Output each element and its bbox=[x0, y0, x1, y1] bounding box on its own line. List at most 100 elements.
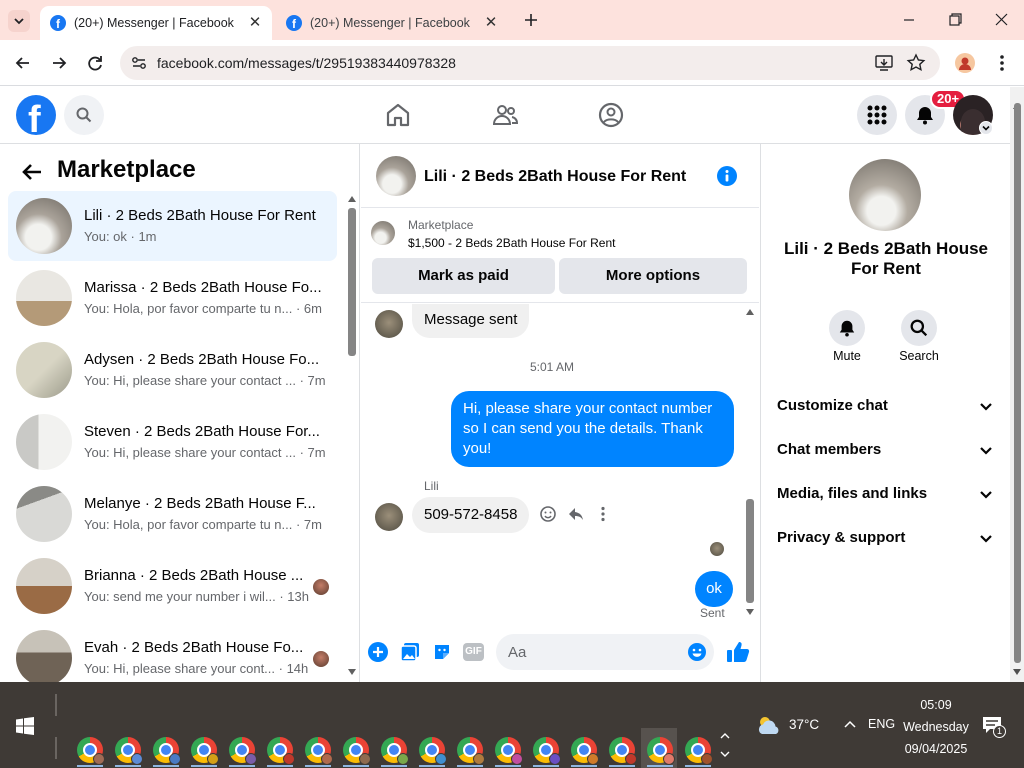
details-avatar[interactable] bbox=[849, 159, 921, 231]
message-bubble-outgoing[interactable]: Hi, please share your contact number so … bbox=[451, 391, 734, 467]
language-indicator[interactable]: ENG bbox=[868, 717, 895, 731]
clock[interactable]: 05:09 Wednesday 09/04/2025 bbox=[898, 694, 974, 756]
chrome-taskbar-icon[interactable] bbox=[533, 737, 561, 765]
running-indicator bbox=[343, 765, 369, 767]
chat-members-section[interactable]: Chat members bbox=[777, 441, 997, 458]
listing-thumbnail bbox=[371, 221, 395, 245]
message-bubble-outgoing[interactable]: ok bbox=[695, 571, 733, 607]
chrome-taskbar-icon[interactable] bbox=[571, 737, 599, 765]
chrome-taskbar-icon[interactable] bbox=[153, 737, 181, 765]
search-icon bbox=[910, 319, 928, 337]
minimize-window-button[interactable] bbox=[898, 10, 920, 30]
close-tab-icon[interactable]: ✕ bbox=[246, 14, 264, 32]
listing-banner[interactable]: Marketplace $1,500 - 2 Beds 2Bath House … bbox=[361, 209, 759, 303]
tab-search-button[interactable] bbox=[8, 10, 30, 32]
message-bubble-incoming[interactable]: Message sent bbox=[412, 304, 530, 338]
chrome-taskbar-icon[interactable] bbox=[191, 737, 219, 765]
chrome-taskbar-icon[interactable] bbox=[419, 737, 447, 765]
image-icon bbox=[400, 643, 419, 662]
chrome-taskbar-icon[interactable] bbox=[343, 737, 371, 765]
weather-widget[interactable]: 37°C bbox=[756, 714, 824, 736]
chrome-taskbar-icon[interactable] bbox=[685, 737, 713, 765]
friends-nav-button[interactable] bbox=[491, 101, 519, 129]
search-in-conversation-button[interactable] bbox=[901, 310, 937, 346]
bell-icon bbox=[839, 320, 855, 337]
browser-tab[interactable]: f (20+) Messenger | Facebook ✕ bbox=[276, 6, 508, 40]
chat-title[interactable]: Lili · 2 Beds 2Bath House For Rent bbox=[424, 168, 686, 186]
conversation-item[interactable]: Marissa · 2 Beds 2Bath House Fo... You: … bbox=[8, 263, 337, 333]
page-scrollbar-thumb[interactable] bbox=[1014, 103, 1021, 663]
new-tab-button[interactable] bbox=[520, 9, 542, 31]
conversation-item[interactable]: Adysen · 2 Beds 2Bath House Fo... You: H… bbox=[8, 335, 337, 405]
customize-chat-section[interactable]: Customize chat bbox=[777, 397, 997, 414]
profile-badge bbox=[245, 753, 257, 765]
chrome-taskbar-icon[interactable] bbox=[115, 737, 143, 765]
taskbar-scroll-buttons[interactable] bbox=[718, 726, 732, 768]
more-actions-button[interactable] bbox=[368, 642, 388, 662]
address-bar[interactable]: facebook.com/messages/t/2951938344097832… bbox=[120, 46, 940, 80]
chrome-taskbar-icon[interactable] bbox=[229, 737, 257, 765]
privacy-support-section[interactable]: Privacy & support bbox=[777, 529, 997, 546]
message-input[interactable]: Aa bbox=[496, 634, 714, 670]
site-settings-icon[interactable] bbox=[130, 54, 148, 72]
tab-title: (20+) Messenger | Facebook bbox=[310, 16, 470, 30]
home-nav-button[interactable] bbox=[384, 101, 412, 129]
close-tab-icon[interactable]: ✕ bbox=[482, 14, 500, 32]
conversation-list-scrollbar[interactable] bbox=[346, 194, 358, 682]
groups-nav-button[interactable] bbox=[597, 101, 625, 129]
back-button[interactable] bbox=[12, 52, 34, 74]
install-app-icon[interactable] bbox=[874, 54, 894, 72]
page-scrollbar[interactable] bbox=[1010, 87, 1024, 682]
conversation-item[interactable]: Melanye · 2 Beds 2Bath House F... You: H… bbox=[8, 479, 337, 549]
notification-center-button[interactable]: 1 bbox=[982, 716, 1006, 738]
send-like-button[interactable] bbox=[726, 640, 750, 664]
conversation-thumbnail bbox=[16, 342, 72, 398]
conversation-item[interactable]: Steven · 2 Beds 2Bath House For... You: … bbox=[8, 407, 337, 477]
conversation-list-scrollbar-thumb[interactable] bbox=[348, 208, 356, 356]
mute-button[interactable] bbox=[829, 310, 865, 346]
account-chevron-icon[interactable] bbox=[979, 121, 993, 135]
conversation-info-button[interactable] bbox=[717, 166, 737, 186]
close-window-button[interactable] bbox=[990, 10, 1012, 30]
react-button[interactable] bbox=[539, 505, 557, 523]
chrome-taskbar-icon[interactable] bbox=[609, 737, 637, 765]
conversation-item[interactable]: Evah · 2 Beds 2Bath House Fo... You: Hi,… bbox=[8, 623, 337, 682]
chrome-taskbar-icon[interactable] bbox=[495, 737, 523, 765]
browser-tab-active[interactable]: f (20+) Messenger | Facebook ✕ bbox=[40, 6, 272, 40]
friends-icon bbox=[492, 105, 519, 125]
emoji-icon[interactable] bbox=[687, 642, 707, 662]
bookmark-star-icon[interactable] bbox=[906, 53, 926, 73]
chrome-taskbar-icon[interactable] bbox=[381, 737, 409, 765]
message-bubble-incoming[interactable]: 509-572-8458 bbox=[412, 497, 530, 533]
restore-window-button[interactable] bbox=[944, 10, 966, 30]
back-button[interactable] bbox=[20, 160, 44, 184]
mark-as-paid-button[interactable]: Mark as paid bbox=[372, 258, 555, 294]
chrome-taskbar-icon-active[interactable] bbox=[647, 737, 675, 765]
attach-photo-button[interactable] bbox=[400, 642, 420, 662]
chat-avatar[interactable] bbox=[376, 156, 416, 196]
chrome-taskbar-icon[interactable] bbox=[457, 737, 485, 765]
facebook-logo[interactable]: f bbox=[16, 95, 56, 135]
search-facebook-button[interactable] bbox=[64, 95, 104, 135]
profile-avatar-button[interactable] bbox=[955, 53, 975, 73]
message-list-scrollbar-thumb[interactable] bbox=[746, 499, 754, 603]
message-list-scrollbar[interactable] bbox=[744, 309, 756, 617]
reload-button[interactable] bbox=[84, 52, 106, 74]
more-options-button[interactable]: More options bbox=[559, 258, 747, 294]
sticker-button[interactable] bbox=[432, 642, 452, 662]
conversation-item[interactable]: Lili · 2 Beds 2Bath House For Rent You: … bbox=[8, 191, 337, 261]
message-more-button[interactable] bbox=[597, 505, 609, 523]
gif-button[interactable]: GIF bbox=[463, 643, 484, 661]
conversation-item[interactable]: Brianna · 2 Beds 2Bath House ... You: se… bbox=[8, 551, 337, 621]
show-hidden-icons-button[interactable] bbox=[843, 718, 857, 732]
conversation-thumbnail bbox=[16, 414, 72, 470]
chrome-taskbar-icon[interactable] bbox=[305, 737, 333, 765]
reply-button[interactable] bbox=[567, 505, 585, 523]
menu-button[interactable] bbox=[857, 95, 897, 135]
media-files-links-section[interactable]: Media, files and links bbox=[777, 485, 997, 502]
chrome-taskbar-icon[interactable] bbox=[267, 737, 295, 765]
start-button[interactable] bbox=[16, 717, 34, 735]
forward-button[interactable] bbox=[48, 52, 70, 74]
chrome-taskbar-icon[interactable] bbox=[77, 737, 105, 765]
browser-menu-button[interactable] bbox=[996, 52, 1008, 74]
